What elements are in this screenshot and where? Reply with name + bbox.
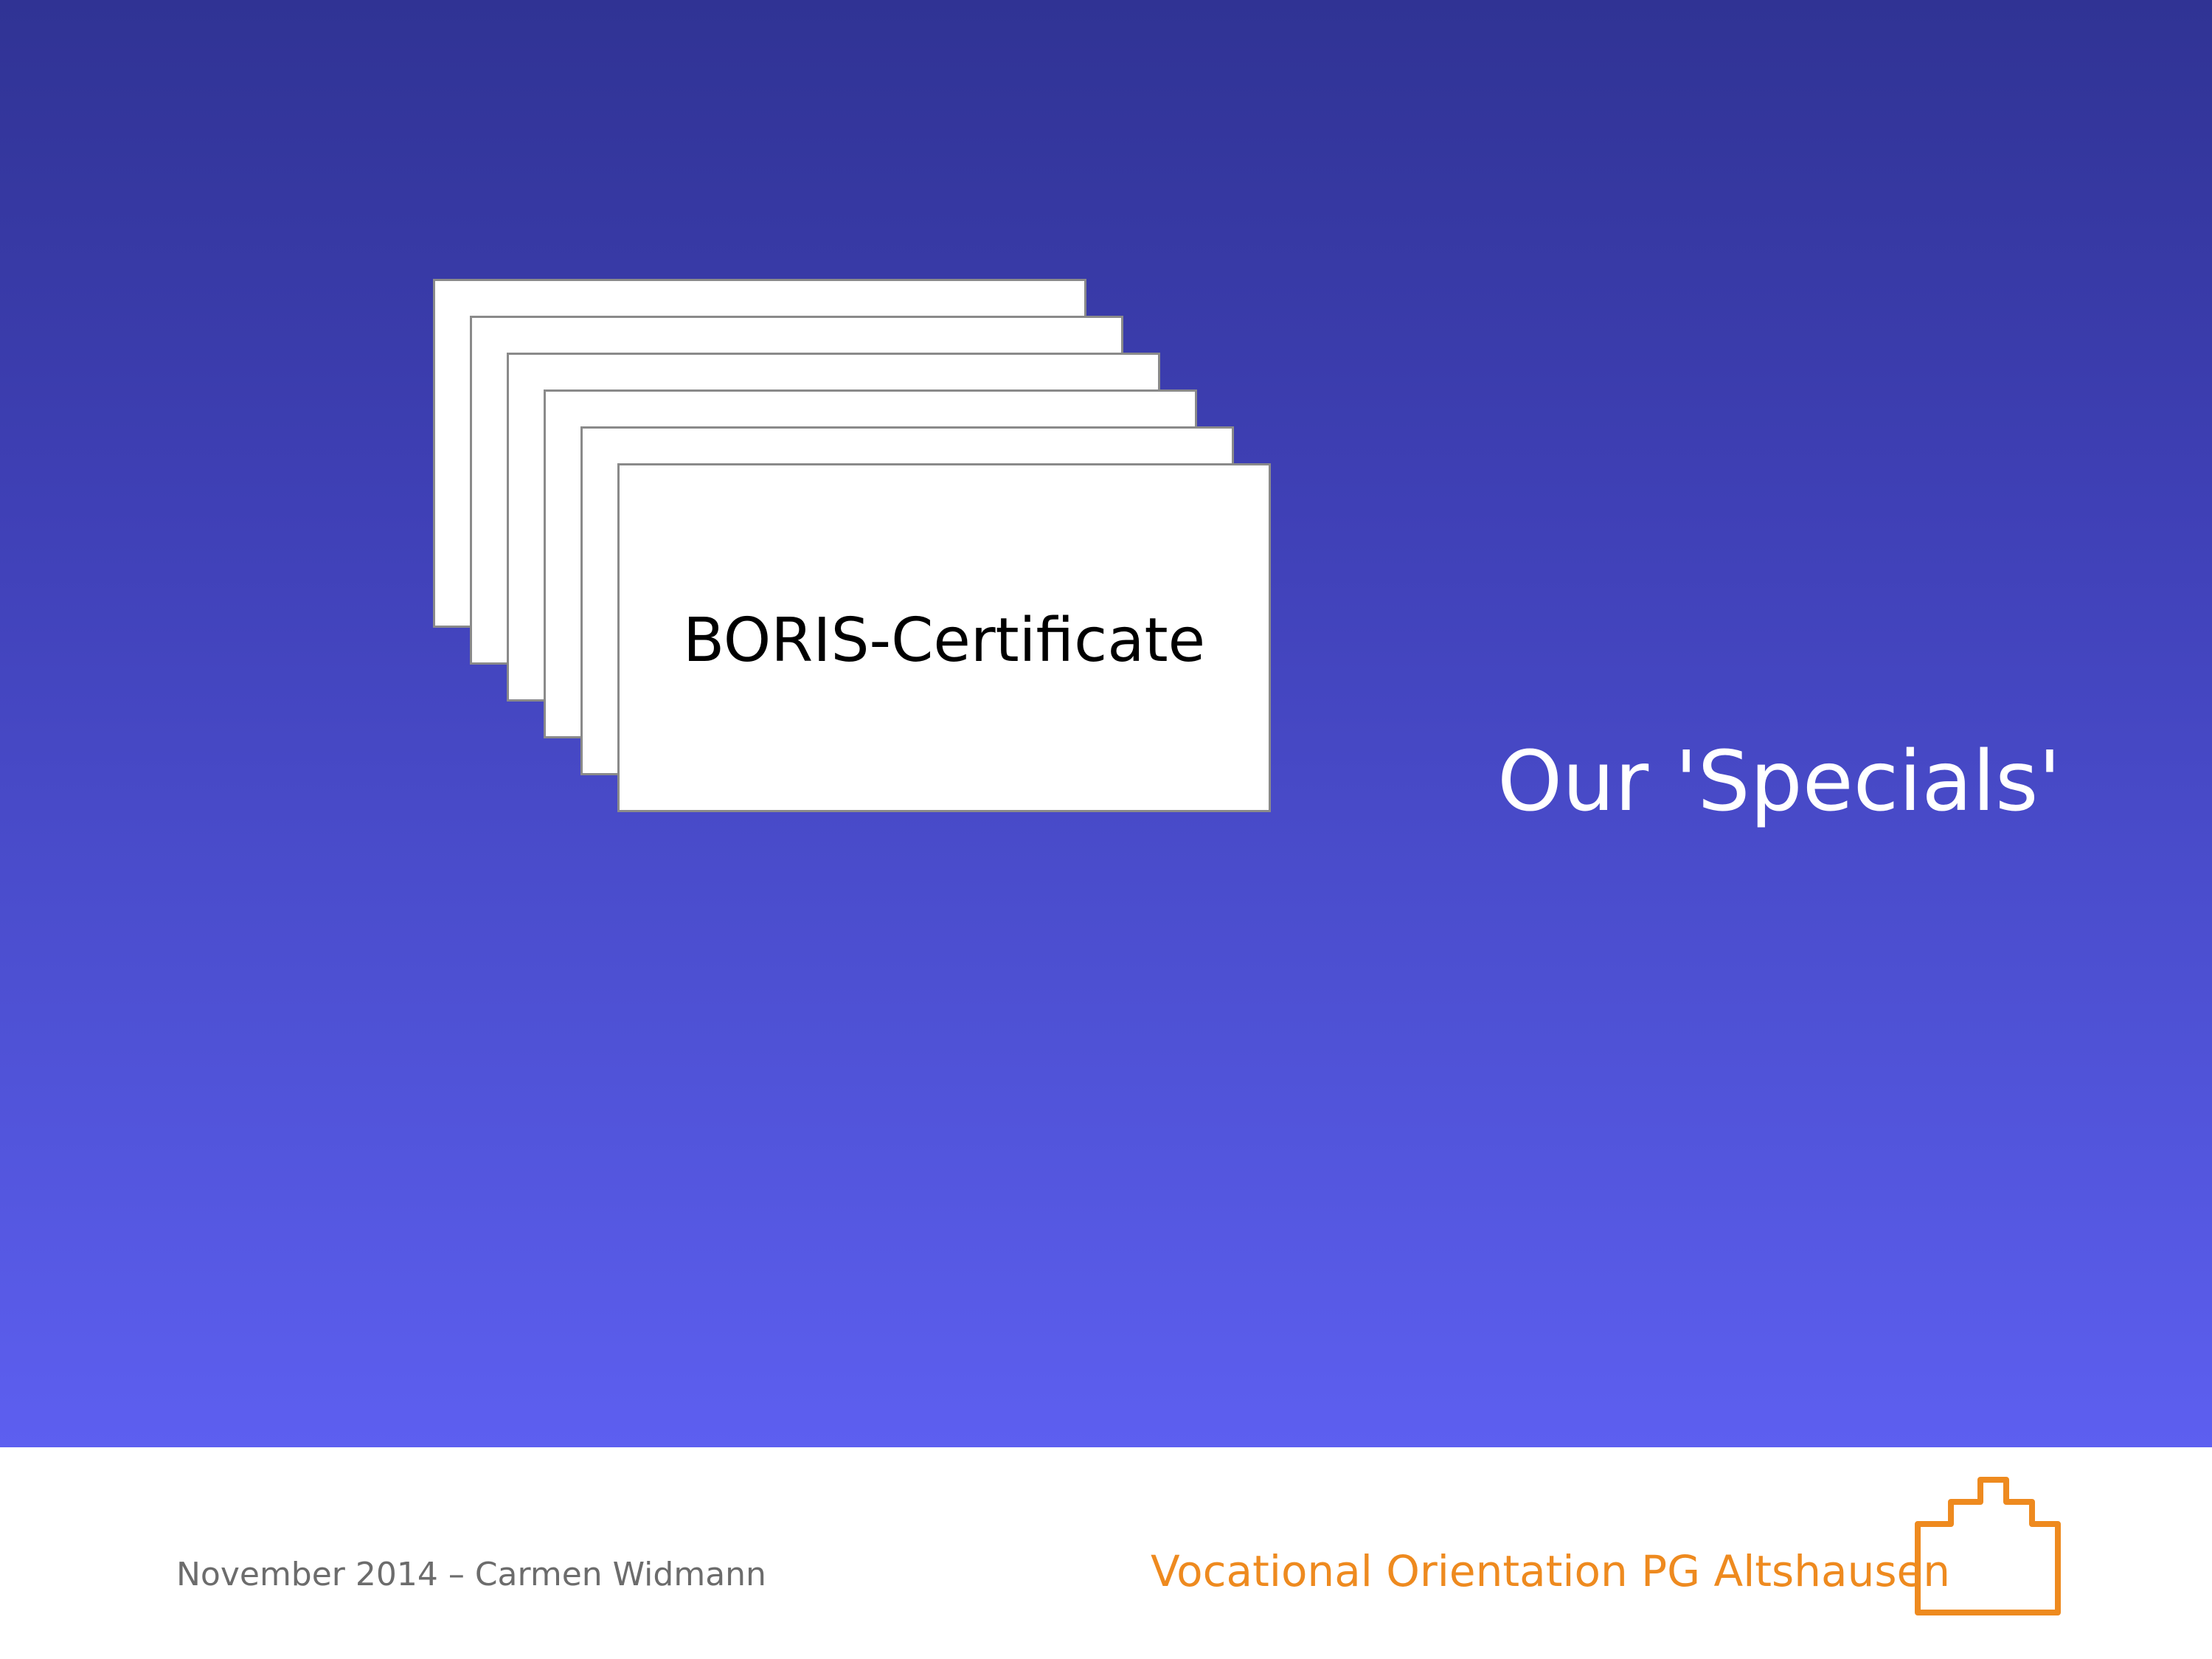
card-stack-front: BORIS-Certificate [617,463,1271,812]
slide-title: Our 'Specials' [1497,734,2062,830]
footer-date-author: November 2014 – Carmen Widmann [176,1556,766,1593]
slide-background: BORIS-Certificate Our 'Specials' [0,0,2212,1447]
footer-program-name: Vocational Orientation PG Altshausen [1151,1546,1950,1596]
building-outline-icon [1915,1477,2061,1615]
card-label: BORIS-Certificate [682,606,1206,676]
